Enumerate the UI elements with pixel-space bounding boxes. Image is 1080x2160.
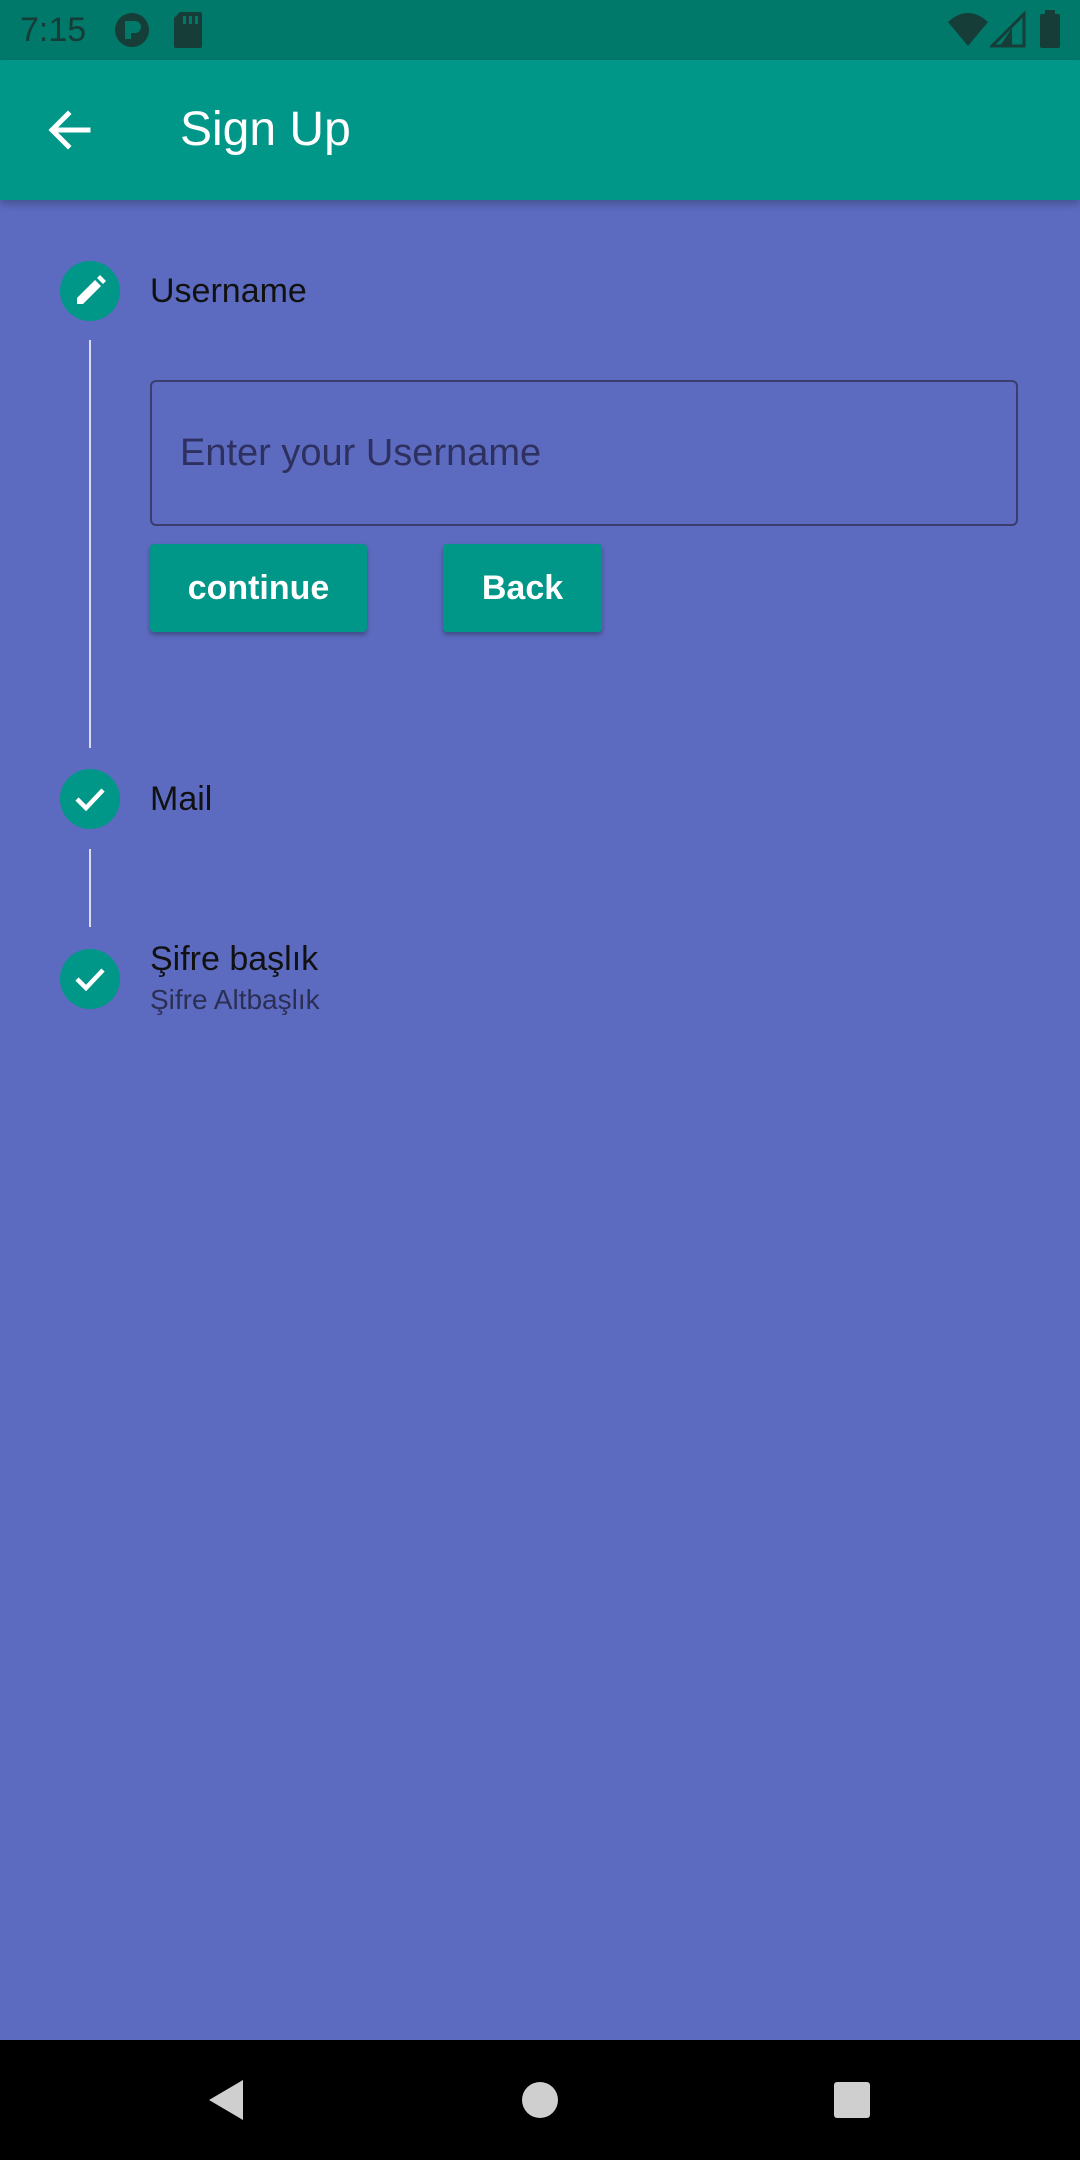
battery-icon — [1038, 10, 1062, 55]
step-connector — [89, 340, 91, 748]
page-title: Sign Up — [180, 103, 351, 156]
sd-card-icon — [172, 10, 204, 55]
step-username-indicator[interactable] — [60, 261, 120, 321]
username-input[interactable] — [180, 382, 980, 524]
step-mail-indicator[interactable] — [60, 769, 120, 829]
step-password-title[interactable]: Şifre başlık — [150, 939, 318, 979]
step-mail-title[interactable]: Mail — [150, 779, 212, 819]
username-field[interactable] — [150, 380, 1018, 526]
vpn-key-icon — [112, 10, 152, 55]
step-password-indicator[interactable] — [60, 949, 120, 1009]
system-nav-bar — [0, 2040, 1080, 2160]
wifi-icon — [946, 10, 990, 55]
check-icon — [75, 968, 105, 992]
step-username-title[interactable]: Username — [150, 271, 307, 311]
status-bar: 7:15 — [0, 0, 1080, 60]
app-bar: Sign Up — [0, 60, 1080, 200]
step-connector — [89, 849, 91, 927]
status-time: 7:15 — [20, 11, 87, 49]
nav-back-icon[interactable] — [195, 2070, 255, 2130]
arrow-back-icon[interactable] — [40, 100, 100, 160]
continue-button[interactable]: continue — [150, 544, 367, 632]
pencil-icon — [77, 275, 106, 304]
back-button[interactable]: Back — [443, 544, 602, 632]
nav-recents-icon[interactable] — [822, 2070, 882, 2130]
sign-up-screen: 7:15 Sign Up Username Enter your Usernam… — [0, 0, 1080, 2160]
nav-home-icon[interactable] — [510, 2070, 570, 2130]
cell-signal-icon — [988, 10, 1026, 55]
check-icon — [75, 788, 105, 812]
step-password-subtitle: Şifre Altbaşlık — [150, 984, 320, 1015]
